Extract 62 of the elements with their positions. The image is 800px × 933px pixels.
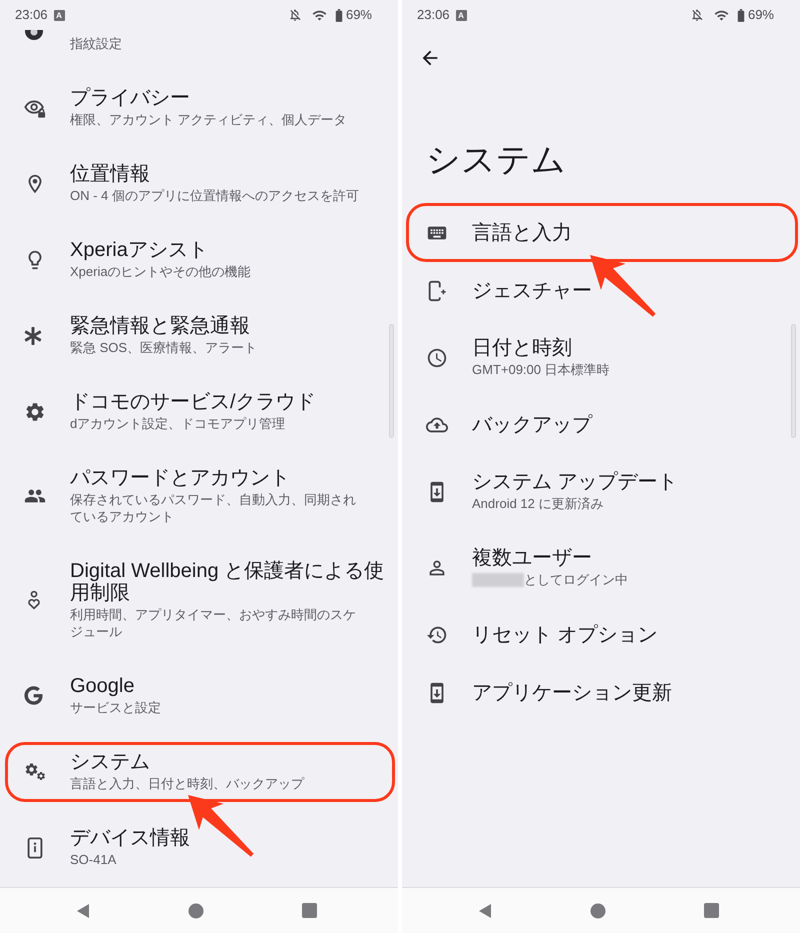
recents-icon (704, 903, 718, 918)
gears-icon (24, 760, 46, 782)
notification-badge: A (54, 10, 65, 20)
setting-subtitle: 保存されているパスワード、自動入力、同期され ているアカウント (70, 491, 356, 525)
setting-title: アプリケーション更新 (472, 682, 672, 704)
setting-title: Google (70, 675, 136, 697)
setting-title: バックアップ (472, 414, 592, 436)
phone-sparkle-icon (426, 280, 448, 302)
home-button[interactable] (188, 902, 204, 918)
status-time: 23:06 (417, 6, 450, 24)
home-icon (188, 902, 204, 918)
asterisk-icon (24, 326, 42, 344)
notification-badge: A (456, 10, 467, 20)
setting-title: ジェスチャー (472, 280, 592, 302)
recents-button[interactable] (302, 903, 316, 918)
g-logo-icon (24, 686, 43, 705)
battery-percentage: 69% (346, 6, 372, 24)
status-time: 23:06 (15, 6, 48, 24)
annotation-arrow (590, 255, 656, 317)
setting-title: 位置情報 (70, 163, 151, 185)
setting-title: プライバシー (70, 87, 191, 109)
page-title: システム (426, 141, 566, 179)
setting-title: ドコモのサービス/クラウド (70, 391, 316, 413)
annotation-arrow (188, 795, 254, 857)
setting-title: デバイス情報 (70, 827, 190, 849)
setting-subtitle: Android 12 に更新済み (472, 495, 604, 512)
setting-title: 複数ユーザー (472, 547, 593, 569)
clock-icon (426, 346, 448, 368)
settings-icon (24, 400, 46, 422)
setting-subtitle: SO-41A (70, 851, 116, 868)
home-icon (590, 902, 606, 918)
battery-percentage: 69% (748, 6, 774, 24)
battery-icon (736, 8, 745, 22)
setting-subtitle: 権限、アカウント アクティビティ、個人データ (70, 111, 347, 128)
setting-subtitle: 言語と入力、日付と時刻、バックアップ (70, 775, 304, 792)
setting-title: 緊急情報と緊急通報 (70, 315, 251, 337)
recents-icon (302, 903, 316, 918)
history-icon (426, 624, 448, 646)
setting-title: システム (70, 751, 151, 773)
setting-title: リセット オプション (472, 624, 658, 646)
setting-title: パスワードとアカウント (70, 467, 291, 489)
setting-subtitle: としてログイン中 (524, 571, 628, 588)
home-button[interactable] (590, 902, 606, 918)
battery-icon (334, 8, 343, 22)
bell-off-icon (690, 8, 704, 22)
setting-subtitle: 指紋設定 (70, 35, 122, 52)
setting-title: 言語と入力 (472, 222, 572, 244)
back-icon (76, 902, 90, 918)
setting-subtitle: サービスと設定 (70, 699, 161, 716)
setting-subtitle: Xperiaのヒントやその他の機能 (70, 263, 251, 280)
bell-off-icon (288, 8, 302, 22)
back-icon (478, 902, 492, 918)
setting-subtitle: ON - 4 個のアプリに位置情報へのアクセスを許可 (70, 187, 359, 204)
setting-title: システム アップデート (472, 471, 678, 493)
setting-title: Digital Wellbeing と保護者による使 用制限 (70, 560, 384, 604)
setting-title: 日付と時刻 (472, 337, 573, 359)
setting-subtitle: GMT+09:00 日本標準時 (472, 361, 610, 378)
recents-button[interactable] (704, 903, 718, 918)
setting-subtitle: 利用時間、アプリタイマー、おやすみ時間のスケ ジュール (70, 606, 356, 640)
setting-subtitle: dアカウント設定、ドコモアプリ管理 (70, 415, 286, 432)
setting-subtitle: 緊急 SOS、医療情報、アラート (70, 339, 258, 356)
setting-title: Xperiaアシスト (70, 239, 209, 261)
